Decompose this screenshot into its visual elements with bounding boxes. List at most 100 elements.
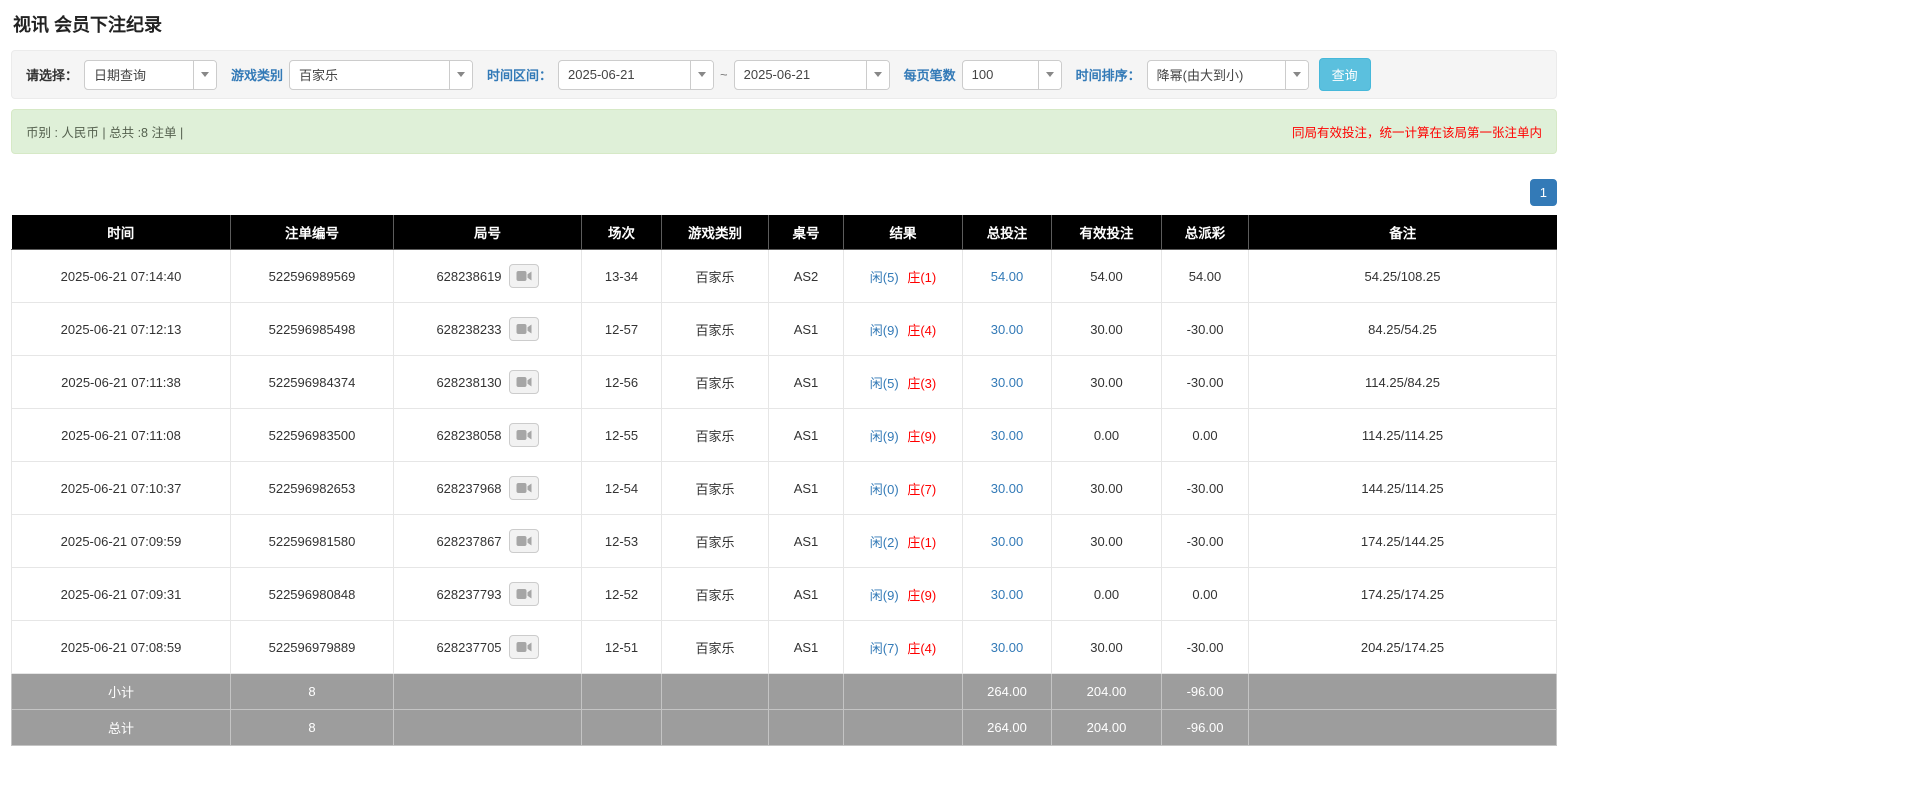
cell-round-id: 628237705	[394, 621, 582, 674]
table-row: 2025-06-21 07:08:59 522596979889 6282377…	[12, 621, 1557, 674]
cell-round-id: 628237867	[394, 515, 582, 568]
cell-result: 闲(9) 庄(9)	[844, 409, 963, 462]
video-camera-icon	[516, 482, 532, 494]
query-type-select[interactable]: 日期查询	[84, 60, 217, 90]
cell-remark: 114.25/84.25	[1249, 356, 1557, 409]
cell-game-type: 百家乐	[662, 356, 769, 409]
player-result: 闲(9)	[870, 323, 899, 338]
query-type-label: 请选择：	[26, 65, 78, 84]
video-camera-icon	[516, 270, 532, 282]
page-1-button[interactable]: 1	[1530, 179, 1557, 206]
sort-order-value: 降幂(由大到小)	[1148, 61, 1285, 89]
player-result: 闲(2)	[870, 535, 899, 550]
cell-table-no: AS1	[769, 515, 844, 568]
cell-session: 13-34	[582, 250, 662, 303]
cell-bet-id: 522596989569	[231, 250, 394, 303]
cell-payout: 0.00	[1162, 409, 1249, 462]
banker-result: 庄(1)	[907, 535, 936, 550]
cell-game-type: 百家乐	[662, 515, 769, 568]
round-id-text: 628237968	[436, 481, 501, 496]
round-id-text: 628238233	[436, 322, 501, 337]
subtotal-total-bet: 264.00	[963, 674, 1052, 710]
page-title: 视讯 会员下注纪录	[13, 11, 1555, 37]
replay-video-button[interactable]	[509, 635, 539, 659]
cell-valid-bet: 30.00	[1052, 356, 1162, 409]
banker-result: 庄(3)	[907, 376, 936, 391]
subtotal-label: 小计	[12, 674, 231, 710]
replay-video-button[interactable]	[509, 317, 539, 341]
range-separator: ~	[720, 67, 728, 82]
chevron-down-icon	[1285, 61, 1308, 89]
total-row: 总计 8 264.00 204.00 -96.00	[12, 710, 1557, 746]
replay-video-button[interactable]	[509, 476, 539, 500]
total-empty-cell	[582, 710, 662, 746]
cell-bet-id: 522596984374	[231, 356, 394, 409]
sort-order-select[interactable]: 降幂(由大到小)	[1147, 60, 1309, 90]
total-bet-link[interactable]: 30.00	[991, 375, 1024, 390]
subtotal-empty-cell	[662, 674, 769, 710]
cell-bet-id: 522596985498	[231, 303, 394, 356]
date-to-value: 2025-06-21	[735, 61, 866, 89]
chevron-down-icon	[866, 61, 889, 89]
replay-video-button[interactable]	[509, 264, 539, 288]
total-empty-cell	[662, 710, 769, 746]
cell-valid-bet: 30.00	[1052, 621, 1162, 674]
subtotal-payout: -96.00	[1162, 674, 1249, 710]
filter-bar: 请选择： 日期查询 游戏类别 百家乐 时间区间： 2025-06-21 ~ 20…	[11, 50, 1557, 99]
cell-total-bet: 30.00	[963, 621, 1052, 674]
per-page-select[interactable]: 100	[962, 60, 1062, 90]
replay-video-button[interactable]	[509, 423, 539, 447]
date-from-value: 2025-06-21	[559, 61, 690, 89]
cell-time: 2025-06-21 07:10:37	[12, 462, 231, 515]
cell-remark: 144.25/114.25	[1249, 462, 1557, 515]
replay-video-button[interactable]	[509, 582, 539, 606]
cell-result: 闲(9) 庄(9)	[844, 568, 963, 621]
banker-result: 庄(7)	[907, 482, 936, 497]
cell-game-type: 百家乐	[662, 303, 769, 356]
cell-result: 闲(5) 庄(1)	[844, 250, 963, 303]
game-type-select[interactable]: 百家乐	[289, 60, 473, 90]
replay-video-button[interactable]	[509, 529, 539, 553]
cell-session: 12-54	[582, 462, 662, 515]
bet-records-table: 时间 注单编号 局号 场次 游戏类别 桌号 结果 总投注 有效投注 总派彩 备注…	[11, 215, 1557, 746]
search-button[interactable]: 查询	[1319, 58, 1371, 91]
cell-bet-id: 522596983500	[231, 409, 394, 462]
cell-table-no: AS1	[769, 568, 844, 621]
cell-bet-id: 522596980848	[231, 568, 394, 621]
cell-payout: 54.00	[1162, 250, 1249, 303]
player-result: 闲(5)	[870, 376, 899, 391]
subtotal-row: 小计 8 264.00 204.00 -96.00	[12, 674, 1557, 710]
cell-payout: 0.00	[1162, 568, 1249, 621]
date-from-select[interactable]: 2025-06-21	[558, 60, 714, 90]
total-bet-link[interactable]: 30.00	[991, 428, 1024, 443]
total-bet-link[interactable]: 30.00	[991, 587, 1024, 602]
cell-valid-bet: 30.00	[1052, 515, 1162, 568]
cell-time: 2025-06-21 07:09:31	[12, 568, 231, 621]
replay-video-button[interactable]	[509, 370, 539, 394]
cell-time: 2025-06-21 07:14:40	[12, 250, 231, 303]
col-header-remark: 备注	[1249, 215, 1557, 250]
date-to-select[interactable]: 2025-06-21	[734, 60, 890, 90]
video-camera-icon	[516, 429, 532, 441]
table-row: 2025-06-21 07:11:08 522596983500 6282380…	[12, 409, 1557, 462]
cell-bet-id: 522596979889	[231, 621, 394, 674]
round-id-text: 628237705	[436, 640, 501, 655]
total-bet-link[interactable]: 30.00	[991, 481, 1024, 496]
cell-remark: 54.25/108.25	[1249, 250, 1557, 303]
total-bet-link[interactable]: 30.00	[991, 534, 1024, 549]
total-bet-link[interactable]: 30.00	[991, 322, 1024, 337]
table-row: 2025-06-21 07:10:37 522596982653 6282379…	[12, 462, 1557, 515]
query-type-value: 日期查询	[85, 61, 193, 89]
video-camera-icon	[516, 535, 532, 547]
round-id-text: 628237867	[436, 534, 501, 549]
table-row: 2025-06-21 07:12:13 522596985498 6282382…	[12, 303, 1557, 356]
total-empty-cell	[394, 710, 582, 746]
subtotal-empty-cell	[394, 674, 582, 710]
total-bet-link[interactable]: 30.00	[991, 640, 1024, 655]
notice-text: 同局有效投注，统一计算在该局第一张注单内	[1292, 122, 1542, 141]
total-bet-link[interactable]: 54.00	[991, 269, 1024, 284]
cell-result: 闲(2) 庄(1)	[844, 515, 963, 568]
cell-result: 闲(9) 庄(4)	[844, 303, 963, 356]
cell-table-no: AS1	[769, 462, 844, 515]
info-bar: 币别 : 人民币 | 总共 :8 注单 | 同局有效投注，统一计算在该局第一张注…	[11, 109, 1557, 154]
